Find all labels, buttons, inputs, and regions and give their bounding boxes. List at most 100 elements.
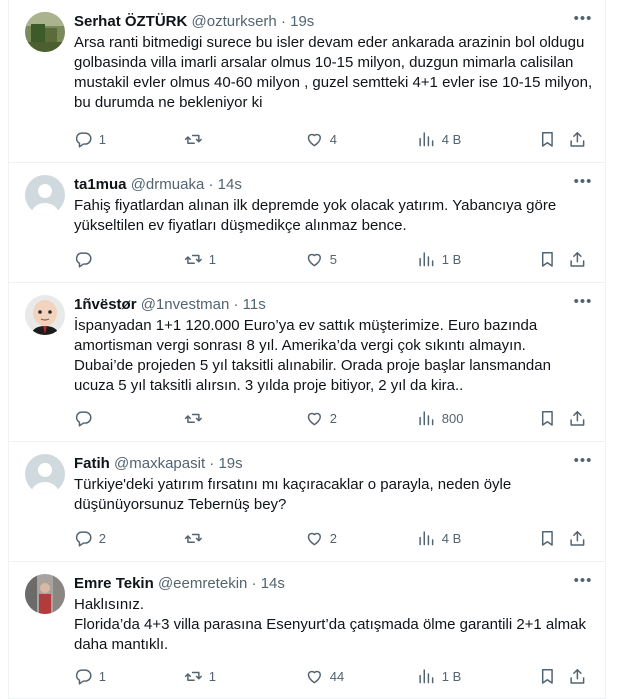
more-icon[interactable]: •••	[573, 174, 593, 195]
separator-dot: ·	[209, 455, 215, 472]
timestamp[interactable]: 14s	[261, 575, 285, 592]
avatar[interactable]	[25, 295, 65, 335]
user-handle[interactable]: @maxkapasit	[114, 455, 205, 472]
separator-dot: ·	[280, 13, 286, 30]
share-button[interactable]	[568, 249, 587, 269]
retweet-button[interactable]: 1	[184, 666, 216, 686]
reply-icon	[75, 132, 92, 148]
avatar[interactable]	[25, 12, 65, 52]
views-button[interactable]: 4 B	[417, 528, 461, 548]
bookmark-button[interactable]	[538, 129, 557, 149]
share-button[interactable]	[568, 528, 587, 548]
views-icon	[419, 669, 434, 683]
timestamp[interactable]: 19s	[290, 13, 314, 30]
reply-button[interactable]: 1	[74, 129, 106, 149]
views-icon	[419, 531, 434, 545]
retweet-button[interactable]: 1	[184, 249, 216, 269]
user-handle[interactable]: @drmuaka	[131, 176, 205, 193]
display-name[interactable]: 1ñvëstør	[74, 296, 137, 313]
views-button[interactable]: 1 B	[417, 249, 461, 269]
user-handle[interactable]: @1nvestman	[141, 296, 230, 313]
reply-button[interactable]: 2	[74, 528, 106, 548]
bookmark-icon	[541, 251, 553, 267]
views-count: 1 B	[441, 668, 462, 684]
bookmark-button[interactable]	[538, 249, 557, 269]
tweet-actions: 1 1 44 1 B	[74, 666, 593, 686]
timestamp[interactable]: 19s	[218, 455, 242, 472]
retweet-button[interactable]	[184, 528, 209, 548]
bookmark-button[interactable]	[538, 408, 557, 428]
tweet-actions: 1 4 4 B	[74, 129, 593, 149]
like-count: 5	[329, 251, 337, 267]
share-button[interactable]	[568, 129, 587, 149]
retweet-count: 1	[208, 251, 216, 267]
tweet[interactable]: Emre Tekin @eemretekin · 14s ••• Haklısı…	[9, 562, 605, 699]
bookmark-button[interactable]	[538, 666, 557, 686]
display-name[interactable]: Emre Tekin	[74, 575, 154, 592]
timestamp[interactable]: 11s	[243, 296, 266, 313]
like-icon	[307, 670, 321, 683]
tweet[interactable]: Serhat ÖZTÜRK @ozturkserh · 19s ••• Arsa…	[9, 0, 605, 163]
tweet-actions: 2 800	[74, 408, 593, 428]
user-handle[interactable]: @eemretekin	[158, 575, 247, 592]
display-name[interactable]: Serhat ÖZTÜRK	[74, 13, 187, 30]
tweet-text: Arsa ranti bitmedigi surece bu isler dev…	[74, 34, 593, 111]
like-button[interactable]: 2	[305, 528, 337, 548]
tweet-text: Haklısınız. Florida’da 4+3 villa parasın…	[74, 596, 586, 653]
bookmark-icon	[541, 530, 553, 546]
views-button[interactable]: 800	[417, 408, 463, 428]
tweet[interactable]: Fatih @maxkapasit · 19s ••• Türkiye'deki…	[9, 442, 605, 562]
reply-button[interactable]	[74, 408, 99, 428]
share-icon	[570, 410, 585, 426]
views-button[interactable]: 1 B	[417, 666, 461, 686]
like-button[interactable]: 44	[305, 666, 344, 686]
display-name[interactable]: ta1mua	[74, 176, 127, 193]
like-icon	[307, 133, 321, 146]
tweet[interactable]: 1ñvëstør @1nvestman · 11s ••• İspanyadan…	[9, 283, 605, 442]
reply-icon	[75, 669, 92, 685]
retweet-button[interactable]	[184, 408, 209, 428]
more-icon[interactable]: •••	[573, 11, 593, 32]
like-button[interactable]: 4	[305, 129, 337, 149]
reply-count: 1	[98, 131, 106, 147]
avatar[interactable]	[25, 454, 65, 494]
like-icon	[307, 412, 321, 425]
timestamp[interactable]: 14s	[218, 176, 242, 193]
reply-button[interactable]: 1	[74, 666, 106, 686]
avatar[interactable]	[25, 175, 65, 215]
retweet-icon	[184, 254, 202, 264]
like-icon	[307, 253, 321, 266]
user-handle[interactable]: @ozturkserh	[192, 13, 277, 30]
share-icon	[570, 131, 585, 147]
like-count: 44	[329, 668, 345, 684]
retweet-icon	[184, 413, 202, 423]
tweet-actions: 1 5 1 B	[74, 249, 593, 269]
bookmark-button[interactable]	[538, 528, 557, 548]
views-count: 4 B	[441, 131, 462, 147]
bookmark-icon	[541, 131, 553, 147]
bookmark-icon	[541, 668, 553, 684]
like-button[interactable]: 2	[305, 408, 337, 428]
reply-button[interactable]	[74, 249, 99, 269]
retweet-icon	[184, 134, 202, 144]
separator-dot: ·	[233, 296, 239, 313]
views-count: 4 B	[441, 530, 462, 546]
views-icon	[419, 132, 434, 146]
display-name[interactable]: Fatih	[74, 455, 110, 472]
retweet-button[interactable]	[184, 129, 209, 149]
tweet[interactable]: ta1mua @drmuaka · 14s ••• Fahiş fiyatlar…	[9, 163, 605, 283]
share-button[interactable]	[568, 666, 587, 686]
avatar[interactable]	[25, 574, 65, 614]
more-icon[interactable]: •••	[573, 573, 593, 594]
views-count: 1 B	[441, 251, 462, 267]
reply-icon	[75, 252, 92, 268]
share-button[interactable]	[568, 408, 587, 428]
more-icon[interactable]: •••	[573, 453, 593, 474]
like-button[interactable]: 5	[305, 249, 337, 269]
views-button[interactable]: 4 B	[417, 129, 461, 149]
reply-icon	[75, 531, 92, 547]
share-icon	[570, 251, 585, 267]
tweet-text: Fahiş fiyatlardan alınan ilk depremde yo…	[74, 197, 557, 234]
more-icon[interactable]: •••	[573, 294, 593, 315]
bookmark-icon	[541, 410, 553, 426]
